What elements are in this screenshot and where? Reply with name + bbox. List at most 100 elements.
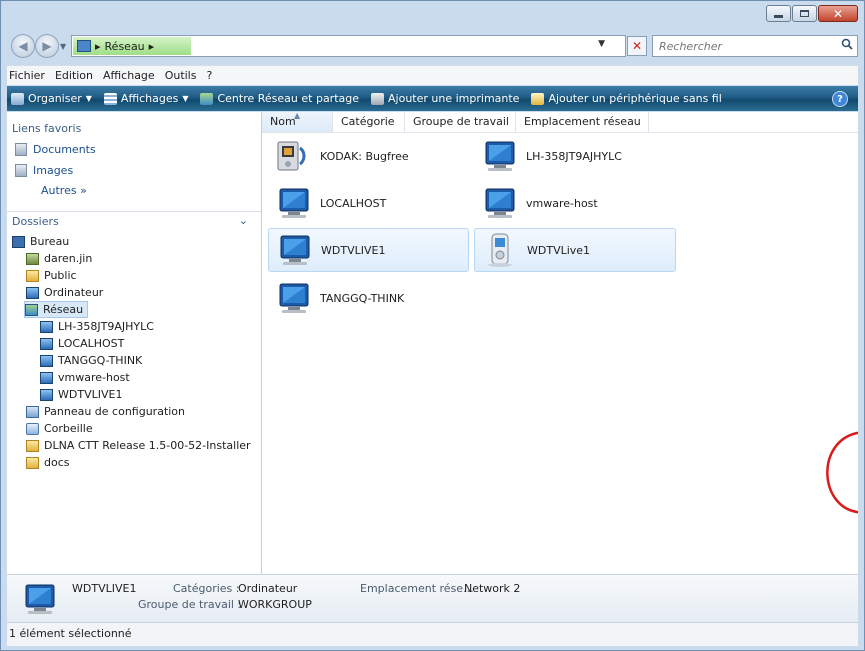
item-label: LOCALHOST <box>320 196 387 210</box>
menu-help[interactable]: ? <box>206 69 212 82</box>
add-wireless-device-button[interactable]: Ajouter un périphérique sans fil <box>531 92 722 105</box>
tree-item-panneau-de-configuration[interactable]: Panneau de configuration <box>26 403 185 420</box>
tree-item-dlna-ctt-installer[interactable]: DLNA CTT Release 1.5-00-52-Installer <box>26 437 251 454</box>
column-header-label: Groupe de travail <box>413 115 509 128</box>
maximize-icon <box>800 10 809 17</box>
item-wdtvlive1[interactable]: WDTVLIVE1 <box>268 228 469 272</box>
menu-affichage[interactable]: Affichage <box>103 69 155 82</box>
breadcrumb-reseau[interactable]: Réseau <box>105 40 145 53</box>
organize-button[interactable]: Organiser ▼ <box>11 92 92 105</box>
computer-icon <box>279 188 309 218</box>
add-wireless-label: Ajouter un périphérique sans fil <box>548 92 722 105</box>
search-input[interactable] <box>657 39 841 54</box>
item-localhost[interactable]: LOCALHOST <box>268 181 469 225</box>
refresh-button[interactable]: ✕ <box>627 36 647 56</box>
tree-item-label: vmware-host <box>58 371 130 384</box>
computer-icon <box>279 283 309 313</box>
close-button[interactable]: ✕ <box>818 5 858 22</box>
add-printer-button[interactable]: Ajouter une imprimante <box>371 92 519 105</box>
forward-button[interactable]: ▶ <box>35 34 59 58</box>
computer-icon <box>40 320 53 333</box>
chevron-down-icon[interactable]: ⌄ <box>239 214 248 227</box>
tree-item-label: DLNA CTT Release 1.5-00-52-Installer <box>44 439 251 452</box>
favorite-documents[interactable]: Documents <box>15 143 96 156</box>
folders-header[interactable]: Dossiers ⌄ <box>7 211 261 232</box>
item-vmware-host[interactable]: vmware-host <box>474 181 675 225</box>
wireless-device-icon <box>531 92 545 105</box>
details-location-label: Emplacement rése... <box>360 582 474 595</box>
item-wdtvlive1-media[interactable]: WDTVLive1 <box>474 228 676 272</box>
tree-item-wdtvlive1[interactable]: WDTVLIVE1 <box>40 386 122 403</box>
column-header-categorie[interactable]: Catégorie <box>333 112 405 132</box>
tree-item-reseau[interactable]: Réseau <box>24 301 89 318</box>
tree-item-ordinateur[interactable]: Ordinateur <box>26 284 103 301</box>
media-player-icon <box>488 233 512 267</box>
command-bar: Organiser ▼ Affichages ▼ Centre Réseau e… <box>7 86 858 111</box>
tree-item-label: Bureau <box>30 235 70 248</box>
column-headers: ▲ Nom Catégorie Groupe de travail Emplac… <box>262 112 858 133</box>
details-workgroup-label: Groupe de travail : <box>138 598 242 611</box>
favorite-images[interactable]: Images <box>15 164 73 177</box>
menu-edition[interactable]: Edition <box>55 69 93 82</box>
favorites-heading: Liens favoris <box>12 122 82 135</box>
item-label: TANGGQ-THINK <box>320 291 405 305</box>
address-history-dropdown[interactable]: ▼ <box>598 39 605 49</box>
more-favorites-label: Autres <box>41 184 77 197</box>
tree-item-bureau[interactable]: Bureau <box>12 233 69 250</box>
control-panel-icon <box>26 405 39 418</box>
more-favorites-link[interactable]: Autres » <box>41 184 87 197</box>
column-header-groupe-de-travail[interactable]: Groupe de travail <box>405 112 516 132</box>
tree-item-corbeille[interactable]: Corbeille <box>26 420 93 437</box>
tree-item-label: WDTVLIVE1 <box>58 388 123 401</box>
user-folder-icon <box>26 252 39 265</box>
column-header-label: Emplacement réseau <box>524 115 641 128</box>
network-center-button[interactable]: Centre Réseau et partage <box>200 92 359 105</box>
stop-icon: ✕ <box>631 39 643 53</box>
sort-ascending-icon: ▲ <box>294 112 301 120</box>
favorite-images-label: Images <box>33 164 74 177</box>
back-button[interactable]: ◀ <box>11 34 35 58</box>
help-icon[interactable]: ? <box>832 91 848 107</box>
explorer-window: ✕ ◀ ▶ ▼ ▸ Réseau ▸ ▼ ✕ Fichier Edition A… <box>0 0 865 651</box>
minimize-button[interactable] <box>766 5 791 22</box>
add-printer-label: Ajouter une imprimante <box>388 92 520 105</box>
menu-bar: Fichier Edition Affichage Outils ? <box>7 65 858 85</box>
media-device-icon <box>277 141 306 171</box>
search-icon[interactable] <box>841 38 853 50</box>
tree-item-label: Panneau de configuration <box>44 405 186 418</box>
tree-item-label: daren.jin <box>44 252 93 265</box>
recent-pages-dropdown[interactable]: ▼ <box>60 42 66 51</box>
maximize-button[interactable] <box>792 5 817 22</box>
item-label: KODAK: Bugfree <box>320 149 409 163</box>
item-tanggq-think[interactable]: TANGGQ-THINK <box>268 276 469 320</box>
search-box[interactable] <box>652 35 858 57</box>
caption-buttons: ✕ <box>766 5 858 22</box>
network-icon <box>77 40 91 52</box>
breadcrumb[interactable]: ▸ Réseau ▸ <box>73 37 191 55</box>
tree-item-label: docs <box>44 456 70 469</box>
tree-item-localhost[interactable]: LOCALHOST <box>40 335 124 352</box>
views-button[interactable]: Affichages ▼ <box>103 92 189 105</box>
tree-item-vmware-host[interactable]: vmware-host <box>40 369 130 386</box>
address-bar[interactable]: ▸ Réseau ▸ ▼ <box>71 35 626 57</box>
chevron-down-icon: ▼ <box>182 94 189 103</box>
tree-item-tanggq-think[interactable]: TANGGQ-THINK <box>40 352 142 369</box>
folders-heading: Dossiers <box>12 215 59 228</box>
menu-outils[interactable]: Outils <box>165 69 197 82</box>
folder-icon <box>26 456 39 469</box>
menu-fichier[interactable]: Fichier <box>9 69 45 82</box>
content-pane: ▲ Nom Catégorie Groupe de travail Emplac… <box>262 112 858 574</box>
item-kodak-bugfree[interactable]: KODAK: Bugfree <box>268 134 469 178</box>
desktop-icon <box>12 235 25 248</box>
column-header-emplacement-reseau[interactable]: Emplacement réseau <box>516 112 649 132</box>
tree-item-public[interactable]: Public <box>26 267 77 284</box>
computer-icon <box>40 337 53 350</box>
column-header-nom[interactable]: ▲ Nom <box>262 112 333 132</box>
tree-item-daren-jin[interactable]: daren.jin <box>26 250 92 267</box>
views-icon <box>103 92 117 105</box>
organize-icon <box>11 92 24 105</box>
forward-arrow-icon: ▶ <box>42 39 52 53</box>
item-lh-358jt9ajhylc[interactable]: LH-358JT9AJHYLC <box>474 134 675 178</box>
tree-item-docs[interactable]: docs <box>26 454 70 471</box>
tree-item-lh-358jt9ajhylc[interactable]: LH-358JT9AJHYLC <box>40 318 154 335</box>
